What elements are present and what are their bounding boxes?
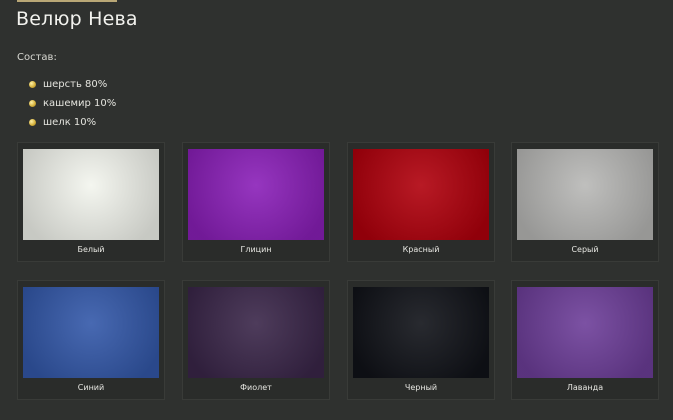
swatch-label: Белый [77,245,105,254]
swatch-label: Фиолет [240,383,272,392]
swatch-image[interactable] [188,287,324,378]
composition-item: шерсть 80% [29,79,116,98]
composition-item: шелк 10% [29,117,116,136]
swatch-label: Глицин [240,245,272,254]
swatch-card-blue[interactable]: Синий [17,280,165,400]
bullet-icon [29,119,36,126]
swatch-card-wisteria[interactable]: Глицин [182,142,330,262]
composition-list: шерсть 80% кашемир 10% шелк 10% [29,79,116,136]
composition-item: кашемир 10% [29,98,116,117]
swatch-image[interactable] [23,149,159,240]
swatch-label: Лаванда [566,383,604,392]
swatch-card-gray[interactable]: Серый [511,142,659,262]
swatch-label: Красный [402,245,440,254]
page-title: Велюр Нева [16,8,138,30]
bullet-icon [29,100,36,107]
bullet-icon [29,81,36,88]
swatch-card-lavender[interactable]: Лаванда [511,280,659,400]
swatch-image[interactable] [23,287,159,378]
composition-label: Состав: [17,52,57,63]
swatch-card-white[interactable]: Белый [17,142,165,262]
swatch-label: Черный [404,383,438,392]
swatch-image[interactable] [353,149,489,240]
swatch-image[interactable] [188,149,324,240]
swatch-image[interactable] [517,149,653,240]
swatch-label: Серый [571,245,599,254]
title-accent-bar [17,0,117,2]
swatch-card-red[interactable]: Красный [347,142,495,262]
swatch-card-black[interactable]: Черный [347,280,495,400]
swatch-card-violet[interactable]: Фиолет [182,280,330,400]
swatch-image[interactable] [517,287,653,378]
swatch-image[interactable] [353,287,489,378]
swatch-label: Синий [77,383,105,392]
